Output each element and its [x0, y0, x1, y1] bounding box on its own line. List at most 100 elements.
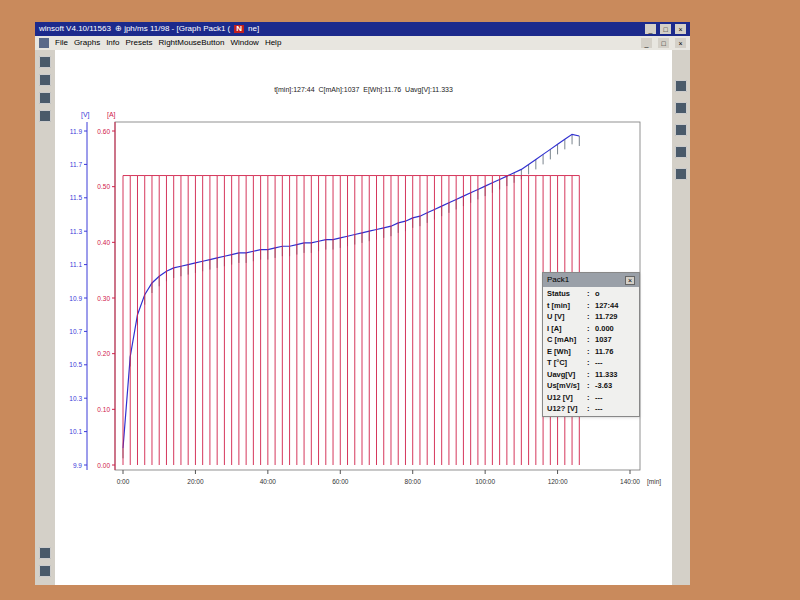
current-pulse — [238, 176, 239, 465]
svg-text:0.60: 0.60 — [97, 128, 110, 135]
svg-text:11.9: 11.9 — [70, 128, 83, 135]
svg-text:60:00: 60:00 — [332, 478, 349, 485]
a-tick: 0.20 — [97, 350, 115, 357]
current-pulse — [202, 176, 203, 465]
tool-icon[interactable] — [39, 56, 51, 68]
svg-text:10.1: 10.1 — [69, 428, 82, 435]
svg-text:0.10: 0.10 — [97, 406, 110, 413]
side-icon[interactable] — [675, 80, 687, 92]
a-tick: 0.40 — [97, 239, 115, 246]
voltage-series — [123, 134, 579, 458]
current-pulse — [304, 176, 305, 465]
svg-text:11.5: 11.5 — [70, 194, 83, 201]
svg-text:120:00: 120:00 — [548, 478, 568, 485]
current-pulse — [354, 176, 355, 465]
current-pulse — [209, 176, 210, 465]
panel-title-bar: Pack1 × — [543, 273, 639, 287]
current-pulse — [456, 176, 457, 465]
svg-text:[min]: [min] — [647, 478, 661, 486]
v-tick: 11.5 — [70, 194, 87, 201]
current-pulse — [188, 176, 189, 465]
tool-icon[interactable] — [39, 92, 51, 104]
title-text: ⊕ jph/ms 11/98 - [Graph Pack1 ( — [115, 25, 230, 33]
app-icon[interactable] — [39, 38, 49, 48]
svg-text:10.5: 10.5 — [69, 361, 82, 368]
current-pulse — [224, 176, 225, 465]
current-pulse — [333, 176, 334, 465]
current-pulse — [325, 176, 326, 465]
svg-text:10.7: 10.7 — [69, 328, 82, 335]
current-pulse — [362, 176, 363, 465]
svg-text:[V]: [V] — [81, 111, 90, 119]
current-pulse — [340, 176, 341, 465]
current-pulse — [405, 176, 406, 465]
body: t[min]:127:44 C[mAh]:1037 E[Wh]:11.76 Ua… — [35, 50, 690, 585]
window-control[interactable]: _ — [645, 24, 656, 34]
x-tick: 80:00 — [405, 470, 422, 485]
current-pulse — [528, 176, 529, 465]
current-pulse — [441, 176, 442, 465]
current-pulse — [267, 176, 268, 465]
panel-row: T [°C]:--- — [547, 359, 635, 367]
menu-control[interactable]: × — [675, 38, 686, 48]
current-pulse — [151, 176, 152, 465]
current-pulse — [144, 176, 145, 465]
svg-text:0:00: 0:00 — [117, 478, 130, 485]
current-pulse — [195, 176, 196, 465]
menu-item[interactable]: File — [55, 39, 68, 47]
voltage-relax — [557, 144, 558, 154]
side-icon[interactable] — [675, 102, 687, 114]
window-control[interactable]: × — [675, 24, 686, 34]
current-pulse — [347, 176, 348, 465]
a-tick: 0.50 — [97, 183, 115, 190]
close-button[interactable]: × — [625, 276, 635, 285]
tool-icon[interactable] — [39, 110, 51, 122]
current-pulse — [485, 176, 486, 465]
menu-item[interactable]: Info — [106, 39, 119, 47]
side-icon[interactable] — [675, 124, 687, 136]
side-icon[interactable] — [675, 146, 687, 158]
svg-text:11.1: 11.1 — [70, 261, 83, 268]
menu-control[interactable]: □ — [658, 38, 669, 48]
v-tick: 10.1 — [69, 428, 87, 435]
svg-text:100:00: 100:00 — [475, 478, 495, 485]
window-control[interactable]: □ — [660, 24, 671, 34]
current-pulse — [275, 176, 276, 465]
menu-control[interactable]: _ — [641, 38, 652, 48]
v-tick: 10.3 — [69, 395, 87, 402]
tool-icon[interactable] — [39, 565, 51, 577]
current-pulse — [130, 176, 131, 465]
side-icon[interactable] — [675, 168, 687, 180]
menu-item[interactable]: Help — [265, 39, 281, 47]
current-series — [123, 176, 579, 465]
panel-row: C [mAh]:1037 — [547, 336, 635, 344]
current-pulse — [477, 176, 478, 465]
svg-text:140:00: 140:00 — [620, 478, 640, 485]
tool-icon[interactable] — [39, 74, 51, 86]
svg-text:0.40: 0.40 — [97, 239, 110, 246]
current-pulse — [463, 176, 464, 465]
v-tick: 11.7 — [70, 161, 87, 168]
svg-text:40:00: 40:00 — [260, 478, 277, 485]
menu-item[interactable]: Graphs — [74, 39, 100, 47]
menu-item[interactable]: RightMouseButton — [159, 39, 225, 47]
panel-row: Status:o — [547, 290, 635, 298]
v-tick: 11.3 — [70, 228, 87, 235]
menu-item[interactable]: Window — [230, 39, 258, 47]
panel-row: U12? [V]:--- — [547, 405, 635, 413]
current-pulse — [217, 176, 218, 465]
v-tick: 11.1 — [70, 261, 87, 268]
tool-icon[interactable] — [39, 547, 51, 559]
x-tick: 20:00 — [187, 470, 204, 485]
panel-title: Pack1 — [547, 274, 569, 286]
pack-panel[interactable]: Pack1×Status:ot [min]:127:44U [V]:11.729… — [542, 272, 640, 417]
menu-item[interactable]: Presets — [125, 39, 152, 47]
current-pulse — [246, 176, 247, 465]
current-pulse — [506, 176, 507, 465]
v-tick: 10.9 — [69, 295, 87, 302]
current-pulse — [499, 176, 500, 465]
voltage-relax — [535, 159, 536, 169]
voltage-relax — [564, 139, 565, 149]
monitor: winsoft V4.10/11563⊕ jph/ms 11/98 - [Gra… — [0, 0, 800, 600]
current-pulse — [419, 176, 420, 465]
